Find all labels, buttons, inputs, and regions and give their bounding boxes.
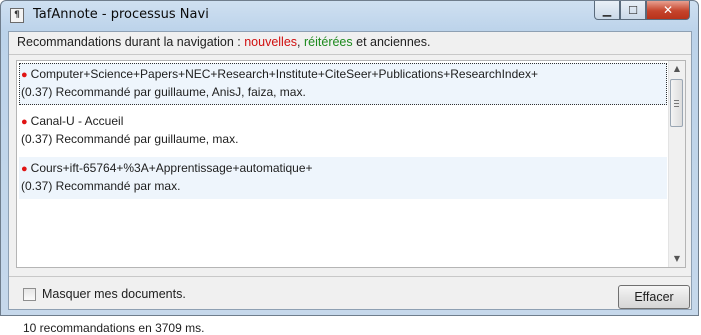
legend-new: nouvelles — [244, 35, 298, 49]
new-dot-icon: ● — [21, 69, 28, 81]
legend-prefix: Recommandations durant la navigation : — [17, 35, 245, 49]
list-item[interactable]: ● Canal-U - Accueil (0.37) Recommandé par… — [19, 110, 667, 152]
item-title: Canal-U - Accueil — [30, 114, 124, 128]
close-icon: ✕ — [662, 3, 674, 17]
new-dot-icon: ● — [21, 163, 28, 175]
app-window: ¶ TafAnnote - processus Navi ▁ ☐ ✕ Recom… — [0, 0, 699, 335]
scroll-up-arrow-icon[interactable]: ▲ — [669, 61, 685, 77]
scroll-thumb[interactable] — [670, 79, 683, 127]
scroll-down-arrow-icon[interactable]: ▼ — [669, 251, 685, 267]
hide-my-docs-checkbox[interactable] — [23, 287, 36, 301]
list-item[interactable]: ● Computer+Science+Papers+NEC+Research+In… — [19, 63, 667, 105]
window-title: TafAnnote - processus Navi — [33, 7, 209, 22]
caption-buttons: ▁ ☐ ✕ — [594, 1, 690, 21]
vertical-scrollbar[interactable]: ▲ ▼ — [668, 61, 685, 267]
legend-repeated: réitérées — [304, 35, 353, 49]
recommendations-list[interactable]: ● Computer+Science+Papers+NEC+Research+In… — [16, 60, 686, 268]
minimize-icon: ▁ — [602, 3, 612, 17]
divider — [9, 276, 691, 277]
item-detail: (0.37) Recommandé par max. — [21, 179, 181, 193]
maximize-button[interactable]: ☐ — [620, 1, 646, 20]
close-button[interactable]: ✕ — [646, 1, 690, 20]
new-dot-icon: ● — [21, 116, 28, 128]
status-text: 10 recommandations en 3709 ms. — [23, 321, 205, 335]
recommendations-legend: Recommandations durant la navigation : n… — [9, 32, 691, 55]
clear-button[interactable]: Effacer — [618, 285, 690, 309]
client-area: Recommandations durant la navigation : n… — [8, 31, 692, 335]
hide-my-docs-option[interactable]: Masquer mes documents. — [23, 287, 186, 301]
legend-suffix: et anciennes. — [352, 35, 431, 49]
minimize-button[interactable]: ▁ — [594, 1, 620, 20]
hide-my-docs-label: Masquer mes documents. — [42, 287, 186, 301]
item-detail: (0.37) Recommandé par guillaume, max. — [21, 132, 239, 146]
legend-sep: , — [297, 35, 304, 49]
list-item[interactable]: ● Cours+ift-65764+%3A+Apprentissage+autom… — [19, 157, 667, 199]
tafannote-app-icon[interactable]: ¶ — [10, 8, 24, 23]
item-title: Cours+ift-65764+%3A+Apprentissage+automa… — [30, 161, 313, 175]
item-title: Computer+Science+Papers+NEC+Research+Ins… — [30, 67, 538, 81]
maximize-icon: ☐ — [628, 3, 638, 17]
item-detail: (0.37) Recommandé par guillaume, AnisJ, … — [21, 85, 306, 99]
title-bar[interactable]: ¶ TafAnnote - processus Navi ▁ ☐ ✕ — [1, 1, 698, 31]
